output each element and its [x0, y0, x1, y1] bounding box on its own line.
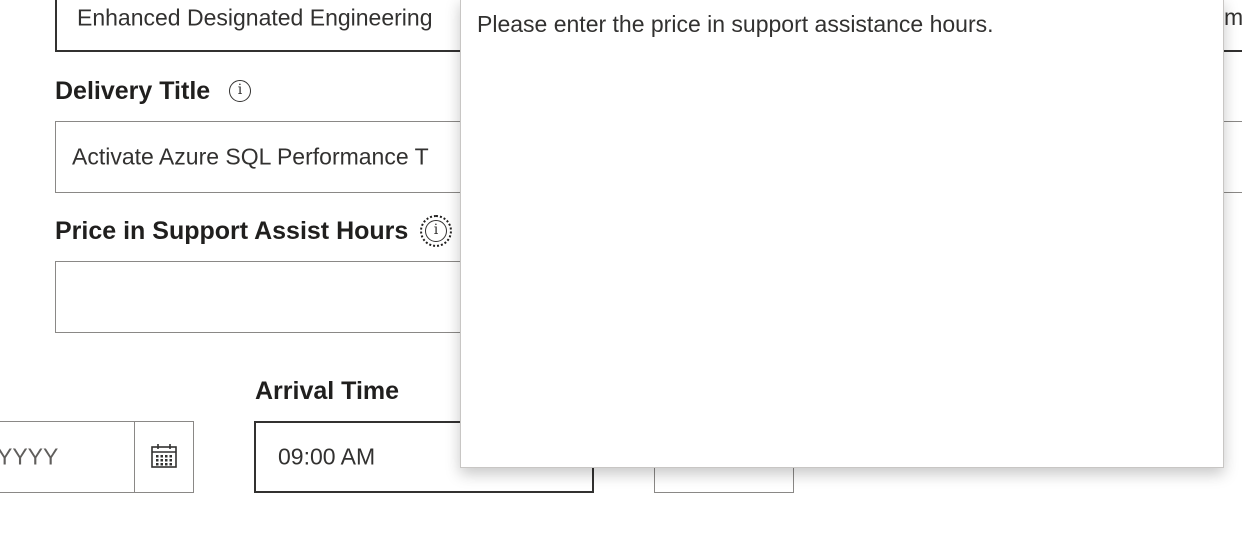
arrival-time-value: 09:00 AM: [278, 443, 376, 470]
price-label: Price in Support Assist Hours: [55, 217, 409, 245]
delivery-title-value: Activate Azure SQL Performance T: [72, 143, 429, 170]
info-icon[interactable]: i: [229, 80, 251, 102]
date-placeholder: YYYY: [0, 443, 59, 470]
calendar-button[interactable]: [134, 421, 194, 493]
calendar-icon: [151, 444, 177, 468]
tooltip-text: Please enter the price in support assist…: [477, 11, 994, 37]
info-tooltip: Please enter the price in support assist…: [460, 0, 1224, 468]
arrival-time-label: Arrival Time: [255, 377, 400, 405]
program-field-value: Enhanced Designated Engineering: [77, 4, 433, 31]
delivery-title-label: Delivery Title: [55, 77, 211, 105]
program-field-value-tail: m: [1224, 4, 1242, 30]
date-input[interactable]: YYYY: [0, 421, 136, 493]
info-icon[interactable]: i: [420, 215, 452, 247]
